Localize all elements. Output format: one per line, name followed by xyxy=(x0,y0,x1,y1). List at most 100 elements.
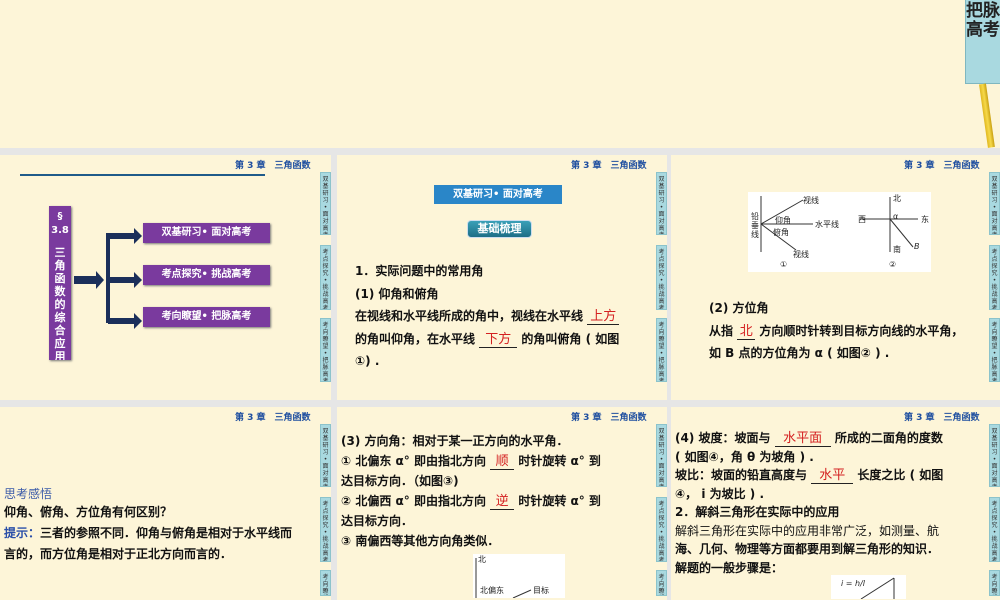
side-tab-1[interactable]: 双基研习•面对高考 xyxy=(989,424,1000,487)
side-tab-2[interactable]: 考点探究•挑战高考 xyxy=(320,497,331,562)
body-line: 解题的一般步骤是： xyxy=(675,560,784,575)
section-box: § 3.8 三角函数的综合应用 xyxy=(49,206,71,360)
chapter-header: 第 3 章 三角函数 xyxy=(235,161,311,171)
body-line: ( 如图④，角 θ 为坡角 ) . xyxy=(675,449,814,464)
slide-thumbnail-1[interactable]: 第 3 章 三角函数 § 3.8 三角函数的综合应用 双基研习• 面对高考 考点… xyxy=(0,155,331,400)
fig-label: 俯角 xyxy=(773,228,789,237)
fig-label: 西 xyxy=(858,215,866,224)
slide-body: (2) 方位角 从指 北 方向顺时针转到目标方向线的水平角， 如 B 点的方位角… xyxy=(709,297,989,365)
answer-blank: 北 xyxy=(737,324,756,340)
section-title: 三角函数的综合应用 xyxy=(54,246,66,360)
body-line: ④， i 为坡比 ) . xyxy=(675,486,765,501)
body-text: ② 北偏西 α° 即由指北方向 xyxy=(341,494,486,508)
body-line: 如 B 点的方位角为 α ( 如图② ) . xyxy=(709,346,890,360)
body-line: 海、几何、物理等方面都要用到解三角形的知识． xyxy=(675,542,940,556)
body-text: 的角叫俯角 ( 如图 xyxy=(521,331,620,346)
slide-thumbnail-6[interactable]: 第 3 章 三角函数 (4) 坡度：坡面与 水平面 所成的二面角的度数 ( 如图… xyxy=(671,407,1000,600)
answer-blank: 上方 xyxy=(587,310,620,325)
hint-text: 三者的参照不同．仰角与俯角是相对于水平线而言的，而方位角是相对于正北方向而言的． xyxy=(4,526,293,561)
side-tab-1[interactable]: 双基研习•面对高考 xyxy=(656,424,667,487)
body-line: ①) . xyxy=(355,354,380,368)
fig-label: 南 xyxy=(893,245,901,254)
answer-blank: 逆 xyxy=(490,495,515,510)
slide-thumbnail-5[interactable]: 第 3 章 三角函数 (3) 方向角：相对于某一正方向的水平角． ① 北偏东 α… xyxy=(337,407,667,600)
body-text: 时针旋转 α° 到 xyxy=(518,454,601,468)
body-text: (4) 坡度：坡面与 xyxy=(675,431,771,445)
body-text: 坡比：坡面的铅直高度与 xyxy=(675,468,808,482)
fig-label: 北偏东 xyxy=(480,586,504,595)
section-number: § 3.8 xyxy=(51,211,69,236)
section-banner: 双基研习• 面对高考 xyxy=(434,185,562,204)
chapter-header: 第 3 章 三角函数 xyxy=(235,413,311,423)
side-tab-3[interactable]: 考向瞭望•把脉高考 xyxy=(656,318,667,382)
fig-label: 北 xyxy=(478,555,486,564)
body-line: 达目标方向． xyxy=(341,514,414,528)
body-line: 解斜三角形在实际中的应用非常广泛，如测量、航 xyxy=(675,523,940,538)
answer-blank: 水平面 xyxy=(774,432,831,447)
fig-label: 东 xyxy=(921,215,929,224)
slide-body: (3) 方向角：相对于某一正方向的水平角． ① 北偏东 α° 即由指北方向 顺 … xyxy=(341,431,631,551)
side-tab-1[interactable]: 双基研习•面对高考 xyxy=(656,172,667,235)
slide-preview-top: 把脉高考 xyxy=(0,0,1000,148)
side-tab-2[interactable]: 考点探究•挑战高考 xyxy=(656,245,667,310)
nav-button-kaodian[interactable]: 考点探究• 挑战高考 xyxy=(143,265,270,285)
fig-label: 北 xyxy=(893,194,901,203)
side-tab-2[interactable]: 考点探究•挑战高考 xyxy=(656,497,667,562)
body-text: ① 北偏东 α° 即由指北方向 xyxy=(341,454,486,468)
fig-label: i = h/l xyxy=(841,579,865,588)
body-text: 时针旋转 α° 到 xyxy=(518,494,601,508)
branch-arrows-icon xyxy=(74,228,142,329)
body-text: 从指 xyxy=(709,323,734,338)
fig-caption: ① xyxy=(780,260,788,269)
answer-blank: 顺 xyxy=(490,455,515,470)
side-tab-1[interactable]: 双基研习•面对高考 xyxy=(320,424,331,487)
answer-blank: 水平 xyxy=(811,469,854,484)
side-tab-2[interactable]: 考点探究•挑战高考 xyxy=(320,245,331,310)
slide-thumbnail-4[interactable]: 第 3 章 三角函数 思考感悟 仰角、俯角、方位角有何区别？ 提示：三者的参照不… xyxy=(0,407,331,600)
slide-body: (4) 坡度：坡面与 水平面 所成的二面角的度数 ( 如图④，角 θ 为坡角 )… xyxy=(675,429,965,577)
nav-button-shuangji[interactable]: 双基研习• 面对高考 xyxy=(143,223,270,243)
question: 仰角、俯角、方位角有何区别？ xyxy=(4,505,173,519)
body-line: (3) 方向角：相对于某一正方向的水平角． xyxy=(341,434,569,448)
answer-blank: 下方 xyxy=(479,332,518,348)
nav-button-kaoxiang[interactable]: 考向瞭望• 把脉高考 xyxy=(143,307,270,327)
angle-figures: 视线 铅垂线 仰角 水平线 俯角 视线 ① 北 西 东 α 南 B ② xyxy=(748,192,931,272)
side-tab-1[interactable]: 双基研习•面对高考 xyxy=(320,172,331,235)
slide-thumbnail-3[interactable]: 第 3 章 三角函数 视线 铅垂线 仰角 水平线 俯角 视线 ① 北 西 东 α… xyxy=(671,155,1000,400)
header-rule xyxy=(20,174,265,176)
body-text: 长度之比 ( 如图 xyxy=(857,468,944,482)
fig-label: 水平线 xyxy=(815,220,839,229)
pencil-icon xyxy=(979,83,995,148)
body-text: 所成的二面角的度数 xyxy=(834,431,943,445)
topic-badge: 基础梳理 xyxy=(467,220,532,238)
side-tab-3[interactable]: 考向瞭望•把脉高考 xyxy=(989,570,1000,596)
side-tab-1[interactable]: 双基研习•面对高考 xyxy=(989,172,1000,235)
slide-body: 仰角、俯角、方位角有何区别？ 提示：三者的参照不同．仰角与俯角是相对于水平线而言… xyxy=(4,502,294,565)
body-line: ③ 南偏西等其他方向角类似． xyxy=(341,534,500,548)
chapter-header: 第 3 章 三角函数 xyxy=(571,413,647,423)
body-text: 在视线和水平线所成的角中，视线在水平线 xyxy=(355,309,584,323)
fig-label: 铅垂线 xyxy=(751,212,759,239)
body-text: 的角叫仰角，在水平线 xyxy=(355,331,476,346)
body-line: 达目标方向．（如图③) xyxy=(341,474,459,488)
side-tab-3[interactable]: 考向瞭望•把脉高考 xyxy=(320,570,331,596)
body-text: 方向顺时针转到目标方向线的水平角， xyxy=(759,323,964,338)
chapter-header: 第 3 章 三角函数 xyxy=(571,161,647,171)
chapter-header: 第 3 章 三角函数 xyxy=(904,161,980,171)
hint-label: 提示： xyxy=(4,526,41,540)
fig-label: 视线 xyxy=(803,196,819,205)
tab-bamai-gaokao[interactable]: 把脉高考 xyxy=(965,0,1000,84)
side-tab-3[interactable]: 考向瞭望•把脉高考 xyxy=(656,570,667,596)
body-line: (2) 方位角 xyxy=(709,301,769,315)
fig-caption: ② xyxy=(889,260,897,269)
fig-label: B xyxy=(914,242,920,251)
side-tab-2[interactable]: 考点探究•挑战高考 xyxy=(989,245,1000,310)
fig-label: 目标 xyxy=(533,586,549,595)
side-tab-3[interactable]: 考向瞭望•把脉高考 xyxy=(989,318,1000,382)
fig-label: 仰角 xyxy=(775,216,791,225)
body-line: (1) 仰角和俯角 xyxy=(355,286,439,301)
direction-figure: 北 北偏东 目标 xyxy=(473,554,565,598)
side-tab-2[interactable]: 考点探究•挑战高考 xyxy=(989,497,1000,562)
slide-thumbnail-2[interactable]: 第 3 章 三角函数 双基研习• 面对高考 基础梳理 1．实际问题中的常用角 (… xyxy=(337,155,667,400)
side-tab-3[interactable]: 考向瞭望•把脉高考 xyxy=(320,318,331,382)
